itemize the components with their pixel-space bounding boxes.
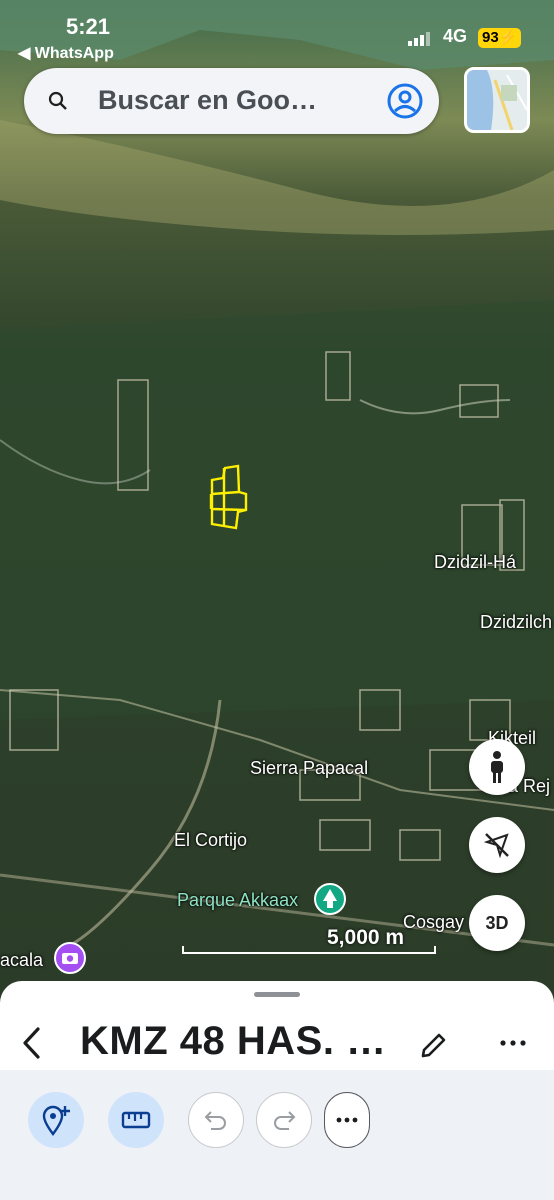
measure-button[interactable] [108,1092,164,1148]
location-off-icon [483,833,509,859]
more-horizontal-icon[interactable] [500,1039,526,1047]
photo-pin-icon[interactable] [53,941,87,975]
undo-button[interactable] [188,1092,244,1148]
label-el-cortijo[interactable]: El Cortijo [174,830,247,851]
battery-level: 93 [482,29,499,46]
label-dzidzil-ha[interactable]: Dzidzil-Há [434,552,516,573]
redo-icon [274,1111,296,1130]
bottom-sheet: KMZ 48 HAS. … [0,981,554,1200]
ruler-icon [121,1111,151,1129]
back-to-app-link[interactable]: ◀ WhatsApp [18,43,114,63]
satellite-map[interactable]: 5:21 ◀ WhatsApp 4G 93⚡ Buscar en Goo… Dz… [0,0,554,1000]
search-bar[interactable]: Buscar en Goo… [24,68,439,134]
back-arrow-icon[interactable] [20,1025,44,1061]
map-layers-button[interactable] [464,67,530,133]
more-options-button[interactable] [324,1092,370,1148]
redo-button[interactable] [256,1092,312,1148]
label-sierra-papacal[interactable]: Sierra Papacal [250,758,368,779]
battery-indicator: 93⚡ [478,28,522,48]
sheet-drag-handle[interactable] [254,992,300,997]
3d-toggle-button[interactable]: 3D [469,895,525,951]
label-acala[interactable]: acala [0,950,43,971]
map-thumbnail-icon [467,70,527,130]
pegman-icon [491,751,503,783]
park-pin-icon[interactable] [313,882,347,916]
more-options-icon [336,1117,358,1123]
project-title[interactable]: KMZ 48 HAS. … [80,1019,387,1064]
add-placemark-button[interactable] [28,1092,84,1148]
add-placemark-icon [42,1105,70,1136]
account-icon[interactable] [386,82,424,120]
label-parque-akkaax[interactable]: Parque Akkaax [177,890,298,911]
network-type: 4G [443,26,468,46]
cell-signal-icon [408,32,430,46]
search-input[interactable]: Buscar en Goo… [98,85,317,116]
status-bar: 5:21 ◀ WhatsApp 4G 93⚡ [0,10,554,62]
status-time: 5:21 [66,14,111,39]
scale-bar [182,946,436,954]
edit-pencil-icon[interactable] [418,1031,448,1061]
edit-toolbar [0,1070,554,1200]
undo-icon [204,1111,226,1130]
map-scale: 5,000 m [180,926,438,956]
compass-button[interactable] [469,817,525,873]
label-dzidzilche[interactable]: Dzidzilch [480,612,552,633]
search-icon [48,91,67,110]
street-view-button[interactable] [469,739,525,795]
